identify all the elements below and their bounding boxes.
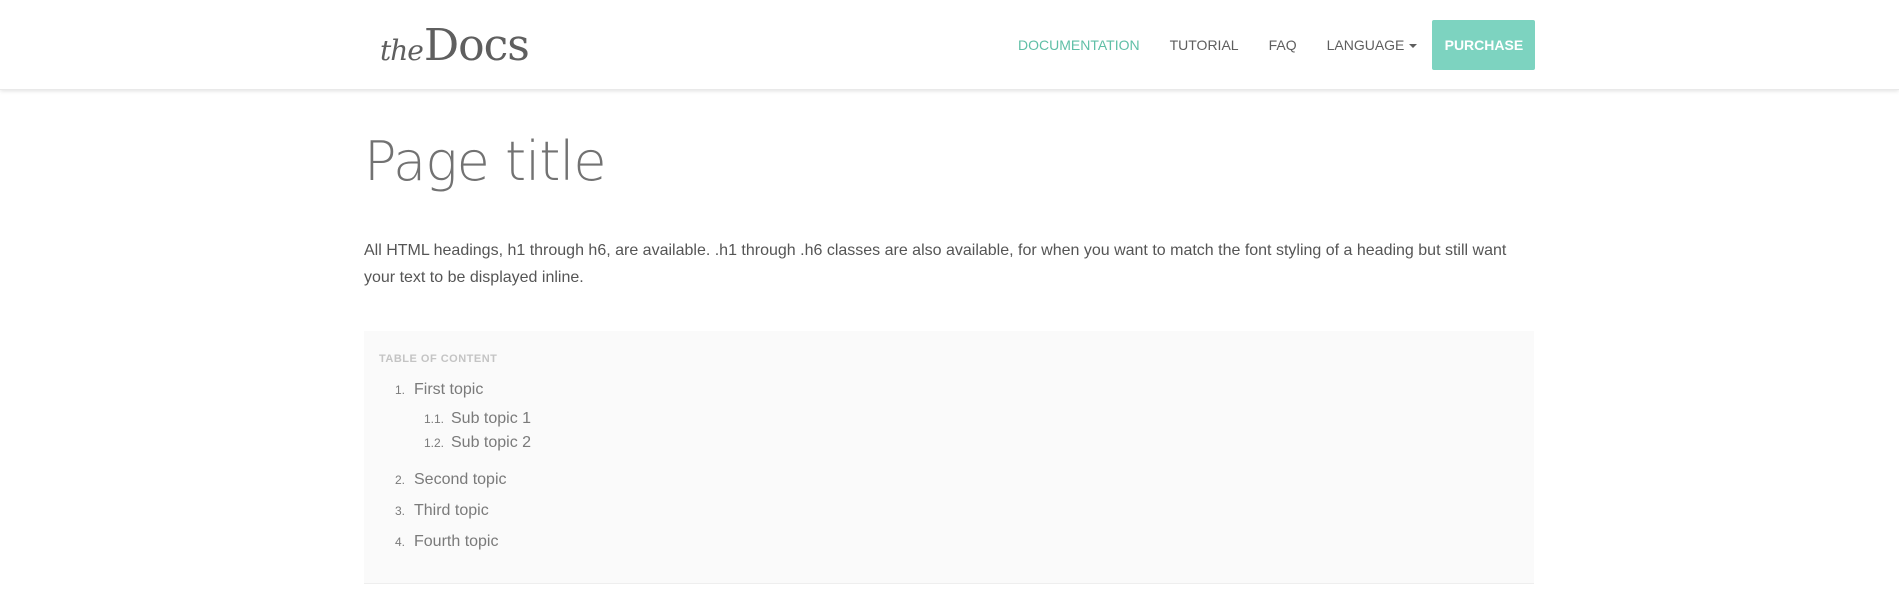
brand-the: the: [380, 34, 424, 67]
toc-item-second-topic[interactable]: 2. Second topic: [379, 469, 531, 500]
main-nav: DOCUMENTATION TUTORIAL FAQ LANGUAGE PURC…: [1003, 20, 1536, 70]
nav-language-dropdown[interactable]: LANGUAGE: [1312, 20, 1433, 70]
intro-paragraph: All HTML headings, h1 through h6, are av…: [364, 242, 1507, 286]
toc-item-number: 1.: [394, 383, 405, 397]
page-title: Page title: [364, 130, 607, 193]
toc-subitem-number: 1.2.: [423, 436, 444, 450]
toc-item-third-topic[interactable]: 3. Third topic: [379, 500, 531, 531]
nav-language-label: LANGUAGE: [1326, 37, 1405, 53]
toc-subitem-label: Sub topic 2: [451, 434, 532, 451]
toc-item-label: Second topic: [414, 471, 507, 488]
toc-item-first-topic[interactable]: 1. First topic: [379, 379, 531, 408]
top-navbar: the Docs DOCUMENTATION TUTORIAL FAQ LANG…: [0, 0, 1899, 90]
toc-item-number: 4.: [394, 535, 405, 549]
nav-documentation[interactable]: DOCUMENTATION: [1003, 20, 1155, 70]
toc-list: 1. First topic 1.1. Sub topic 1 1.2. Sub…: [379, 379, 531, 562]
toc-item-number: 2.: [394, 473, 405, 487]
toc-title: TABLE OF CONTENT: [379, 353, 498, 365]
table-of-content: TABLE OF CONTENT 1. First topic 1.1. Sub…: [364, 331, 1534, 584]
nav-tutorial[interactable]: TUTORIAL: [1155, 20, 1254, 70]
caret-down-icon: [1409, 44, 1418, 49]
toc-item-label: First topic: [414, 381, 484, 398]
toc-subitem-1[interactable]: 1.1. Sub topic 1: [414, 408, 531, 432]
toc-item-label: Third topic: [414, 502, 489, 519]
toc-sublist-wrapper: 1.1. Sub topic 1 1.2. Sub topic 2: [379, 408, 531, 469]
brand-logo[interactable]: the Docs: [380, 20, 530, 71]
toc-subitem-label: Sub topic 1: [451, 410, 532, 427]
toc-item-label: Fourth topic: [414, 533, 499, 550]
toc-subitem-2[interactable]: 1.2. Sub topic 2: [414, 432, 531, 469]
toc-item-fourth-topic[interactable]: 4. Fourth topic: [379, 531, 531, 562]
nav-faq[interactable]: FAQ: [1254, 20, 1312, 70]
purchase-button[interactable]: PURCHASE: [1432, 20, 1536, 70]
toc-item-number: 3.: [394, 504, 405, 518]
brand-docs: Docs: [423, 20, 530, 71]
toc-subitem-number: 1.1.: [423, 412, 444, 426]
toc-sublist: 1.1. Sub topic 1 1.2. Sub topic 2: [414, 408, 531, 469]
